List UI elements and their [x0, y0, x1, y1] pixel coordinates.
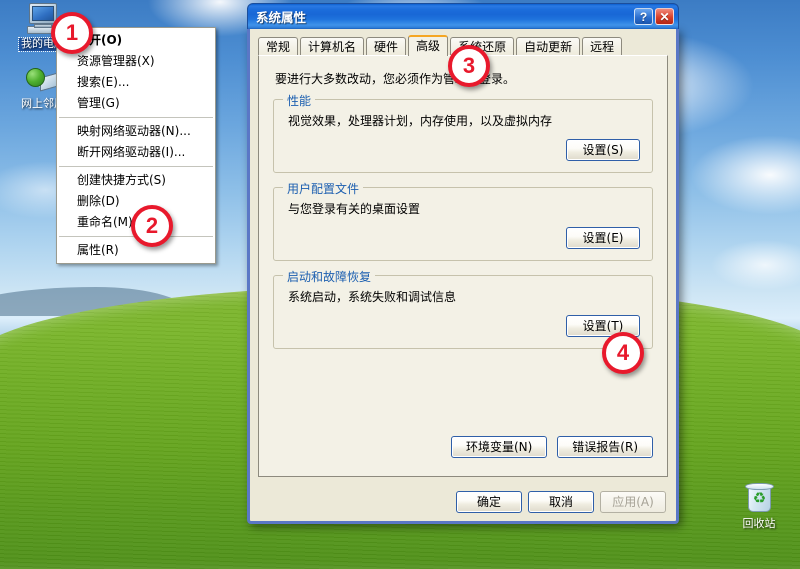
user-profiles-group: 用户配置文件 与您登录有关的桌面设置 设置(E) — [273, 180, 653, 261]
performance-description: 视觉效果，处理器计划，内存使用，以及虚拟内存 — [288, 114, 553, 128]
tab-general[interactable]: 常规 — [258, 37, 299, 57]
step-badge-3: 3 — [448, 45, 490, 87]
desktop[interactable]: 我的电脑 网上邻居 ♻ 回收站 打开(O) 资源管理器(X) 搜索(E)... … — [0, 0, 800, 569]
context-menu-separator — [59, 166, 213, 167]
tab-advanced[interactable]: 高级 — [408, 35, 449, 56]
tab-computer-name[interactable]: 计算机名 — [300, 37, 365, 57]
startup-recovery-group: 启动和故障恢复 系统启动，系统失败和调试信息 设置(T) — [273, 268, 653, 349]
cloud — [660, 120, 800, 230]
system-properties-dialog[interactable]: 系统属性 ? ✕ 常规 计算机名 硬件 高级 系统还原 自动更新 远程 要进行大… — [247, 3, 679, 524]
context-menu-search-item[interactable]: 搜索(E)... — [57, 72, 215, 93]
step-badge-4: 4 — [602, 332, 644, 374]
dialog-window-buttons: ? ✕ — [634, 8, 674, 25]
cloud — [690, 230, 800, 300]
context-menu-disconnect-drive-item[interactable]: 断开网络驱动器(I)... — [57, 142, 215, 163]
dialog-title: 系统属性 — [256, 10, 307, 25]
tab-hardware[interactable]: 硬件 — [366, 37, 407, 57]
context-menu-delete-item[interactable]: 删除(D) — [57, 191, 215, 212]
help-button[interactable]: ? — [634, 8, 653, 25]
environment-variables-button[interactable]: 环境变量(N) — [450, 436, 548, 458]
context-menu-separator — [59, 117, 213, 118]
context-menu-create-shortcut-item[interactable]: 创建快捷方式(S) — [57, 170, 215, 191]
step-badge-1: 1 — [51, 12, 93, 54]
desktop-icon-label: 回收站 — [742, 518, 776, 530]
recycle-bin-icon: ♻ — [739, 482, 779, 516]
performance-group-legend: 性能 — [283, 92, 316, 109]
advanced-tab-panel: 要进行大多数改动，您必须作为管理员登录。 性能 视觉效果，处理器计划，内存使用，… — [258, 55, 668, 477]
advanced-extra-buttons: 环境变量(N) 错误报告(R) — [273, 436, 653, 458]
apply-button: 应用(A) — [600, 491, 666, 513]
dialog-footer-buttons: 确定 取消 应用(A) — [456, 491, 666, 513]
tab-remote[interactable]: 远程 — [582, 37, 623, 57]
context-menu-map-drive-item[interactable]: 映射网络驱动器(N)... — [57, 121, 215, 142]
tab-automatic-updates[interactable]: 自动更新 — [516, 37, 581, 57]
context-menu-manage-item[interactable]: 管理(G) — [57, 93, 215, 114]
user-profiles-group-legend: 用户配置文件 — [283, 180, 364, 197]
context-menu-properties-item[interactable]: 属性(R) — [57, 240, 215, 261]
ok-button[interactable]: 确定 — [456, 491, 522, 513]
user-profiles-description: 与您登录有关的桌面设置 — [288, 202, 421, 216]
performance-settings-button[interactable]: 设置(S) — [566, 139, 640, 161]
cancel-button[interactable]: 取消 — [528, 491, 594, 513]
dialog-title-bar[interactable]: 系统属性 ? ✕ — [247, 3, 679, 29]
startup-recovery-group-legend: 启动和故障恢复 — [283, 268, 376, 285]
user-profiles-settings-button[interactable]: 设置(E) — [566, 227, 640, 249]
performance-group: 性能 视觉效果，处理器计划，内存使用，以及虚拟内存 设置(S) — [273, 92, 653, 173]
context-menu-explorer-item[interactable]: 资源管理器(X) — [57, 51, 215, 72]
error-reporting-button[interactable]: 错误报告(R) — [557, 436, 653, 458]
desktop-icon-recycle-bin[interactable]: ♻ 回收站 — [722, 482, 796, 531]
step-badge-2: 2 — [131, 205, 173, 247]
close-icon[interactable]: ✕ — [655, 8, 674, 25]
startup-recovery-description: 系统启动，系统失败和调试信息 — [288, 290, 457, 304]
